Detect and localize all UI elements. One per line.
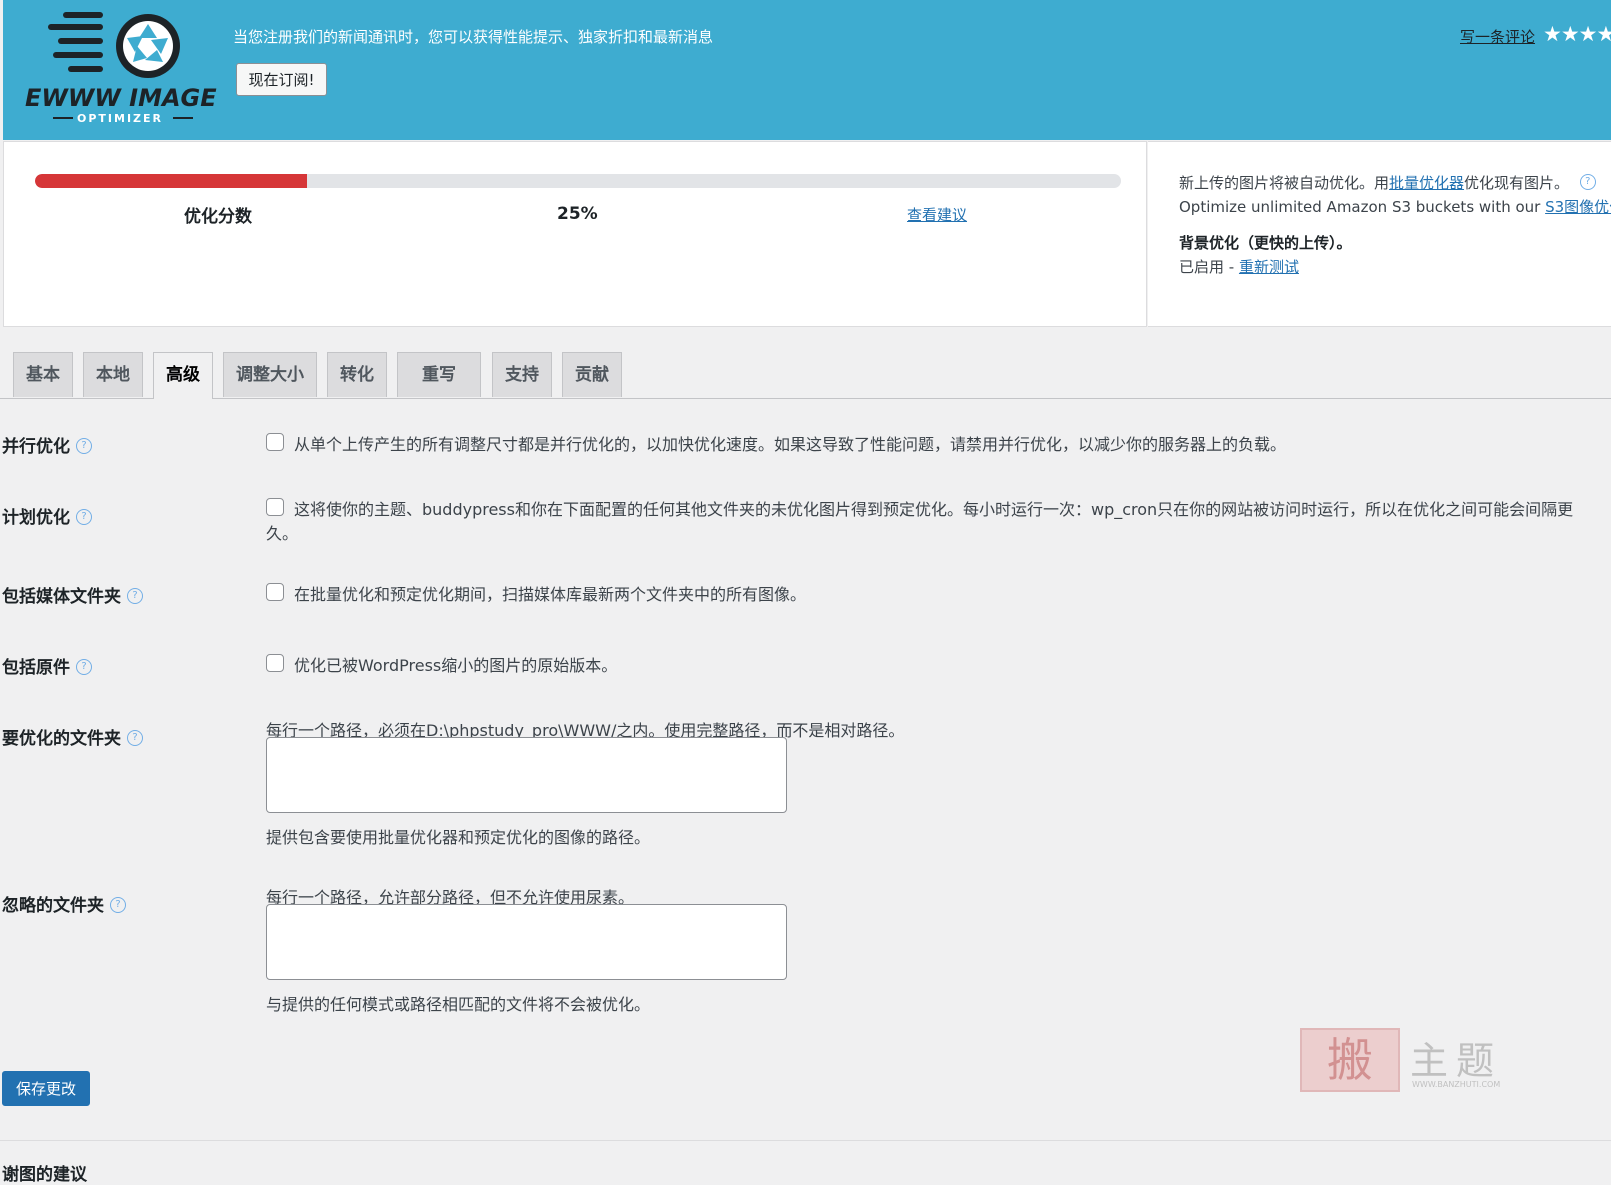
help-icon[interactable]: ?	[1579, 174, 1596, 190]
s3-note: Optimize unlimited Amazon S3 buckets wit…	[1179, 196, 1611, 217]
include-originals-label: 包括原件?	[2, 653, 92, 678]
view-suggestions-link[interactable]: 查看建议	[907, 204, 967, 225]
bulk-optimizer-link[interactable]: 批量优化器	[1389, 174, 1464, 192]
ewww-logo: EWWW IMAGE OPTIMIZER	[25, 12, 217, 125]
write-review-link[interactable]: 写一条评论	[1460, 26, 1535, 47]
help-icon[interactable]: ?	[76, 438, 92, 454]
watermark-seal: 搬	[1300, 1028, 1400, 1092]
scheduled-optimization-desc-cont: 久。	[266, 524, 299, 543]
parallel-optimization-checkbox[interactable]	[266, 433, 284, 451]
newsletter-message: 当您注册我们的新闻通讯时，您可以获得性能提示、独家折扣和最新消息	[233, 28, 714, 46]
tab-rewrite[interactable]: 重写	[397, 352, 481, 397]
help-icon[interactable]: ?	[76, 509, 92, 525]
divider	[0, 1140, 1611, 1141]
rating-stars-icon[interactable]: ★★★★★	[1543, 22, 1611, 46]
help-icon[interactable]: ?	[76, 659, 92, 675]
include-media-folders-checkbox[interactable]	[266, 583, 284, 601]
watermark: 搬 主题 WWW.BANZHUTI.COM	[1300, 1028, 1530, 1098]
optimization-score-panel: 优化分数 25% 查看建议	[3, 141, 1147, 327]
background-status: 已启用 - 重新测试	[1179, 258, 1299, 276]
brand-main: EWWW IMAGE	[25, 84, 217, 112]
tab-contribute[interactable]: 贡献	[562, 352, 622, 397]
include-media-folders-label: 包括媒体文件夹?	[2, 582, 143, 607]
brand-sub: OPTIMIZER	[77, 112, 163, 125]
folders-to-ignore-label: 忽略的文件夹?	[2, 891, 126, 916]
tab-advanced[interactable]: 高级	[153, 352, 213, 399]
tab-support[interactable]: 支持	[492, 352, 552, 397]
section-title: 谢图的建议	[2, 1165, 87, 1185]
retest-link[interactable]: 重新测试	[1239, 258, 1299, 276]
settings-tabs: 基本 本地 高级 调整大小 转化 重写 支持 贡献	[0, 352, 1611, 399]
background-optimization-title: 背景优化（更快的上传）。	[1179, 234, 1352, 252]
folders-to-optimize-note: 提供包含要使用批量优化器和预定优化的图像的路径。	[266, 828, 651, 847]
newsletter-banner: EWWW IMAGE OPTIMIZER 当您注册我们的新闻通讯时，您可以获得性…	[3, 0, 1611, 140]
tab-resize[interactable]: 调整大小	[223, 352, 317, 397]
scheduled-optimization-checkbox[interactable]	[266, 498, 284, 516]
include-originals-checkbox[interactable]	[266, 654, 284, 672]
scheduled-optimization-desc: 这将使你的主题、buddypress和你在下面配置的任何其他文件夹的未优化图片得…	[294, 500, 1574, 519]
help-icon[interactable]: ?	[127, 588, 143, 604]
save-changes-button[interactable]: 保存更改	[2, 1071, 90, 1106]
help-icon[interactable]: ?	[127, 730, 143, 746]
s3-optimizer-link[interactable]: S3图像优化器	[1545, 198, 1611, 216]
folders-to-optimize-textarea[interactable]	[266, 737, 787, 813]
include-originals-desc: 优化已被WordPress缩小的图片的原始版本。	[294, 656, 618, 675]
help-icon[interactable]: ?	[110, 897, 126, 913]
tab-local[interactable]: 本地	[83, 352, 143, 397]
tab-convert[interactable]: 转化	[327, 352, 387, 397]
score-progress-bar	[35, 174, 1121, 188]
scheduled-optimization-label: 计划优化?	[2, 503, 92, 528]
folders-to-ignore-textarea[interactable]	[266, 904, 787, 980]
auto-optimize-note: 新上传的图片将被自动优化。用批量优化器优化现有图片。 ?	[1179, 172, 1596, 193]
status-info-panel: 新上传的图片将被自动优化。用批量优化器优化现有图片。 ? Optimize un…	[1148, 141, 1611, 327]
tab-basic[interactable]: 基本	[13, 352, 73, 397]
folders-to-ignore-note: 与提供的任何模式或路径相匹配的文件将不会被优化。	[266, 995, 651, 1014]
score-value: 25%	[557, 204, 598, 224]
watermark-text: 主题	[1410, 1039, 1503, 1083]
parallel-optimization-desc: 从单个上传产生的所有调整尺寸都是并行优化的，以加快优化速度。如果这导致了性能问题…	[294, 435, 1287, 454]
score-progress-fill	[35, 174, 307, 188]
subscribe-button[interactable]: 现在订阅!	[236, 63, 327, 96]
folders-to-optimize-label: 要优化的文件夹?	[2, 724, 143, 749]
score-label: 优化分数	[184, 207, 252, 227]
watermark-url: WWW.BANZHUTI.COM	[1412, 1080, 1501, 1089]
parallel-optimization-label: 并行优化?	[2, 432, 92, 457]
include-media-folders-desc: 在批量优化和预定优化期间，扫描媒体库最新两个文件夹中的所有图像。	[294, 585, 807, 604]
